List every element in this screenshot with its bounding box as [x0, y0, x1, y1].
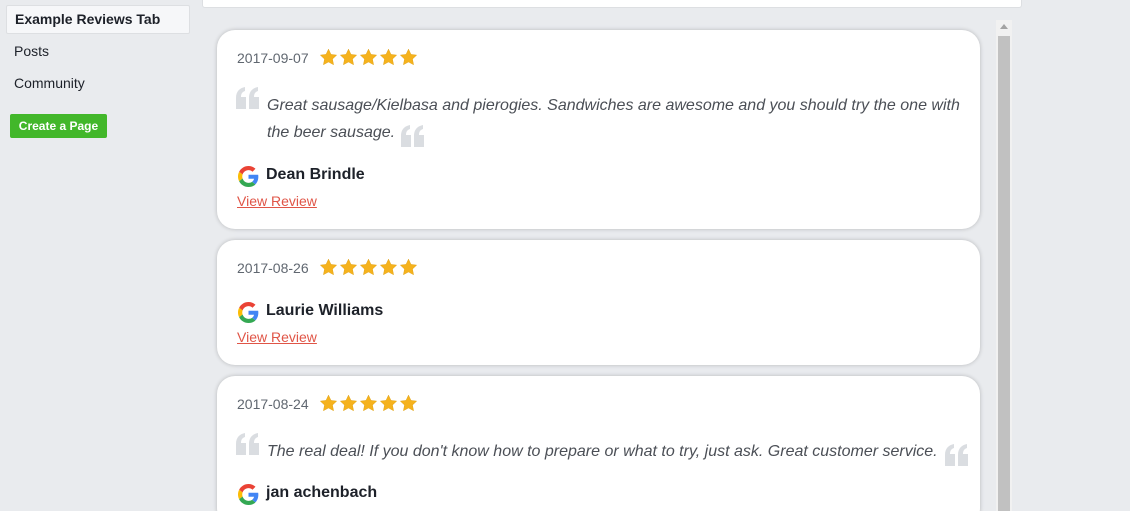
- view-review-link[interactable]: View Review: [237, 329, 317, 345]
- review-card: 2017-08-26 Laurie Williams View Review: [217, 240, 980, 365]
- review-card: 2017-08-24 The real deal! If you don't k…: [217, 376, 980, 511]
- close-quote-icon: [944, 444, 970, 466]
- sidebar-item-community[interactable]: Community: [6, 69, 190, 98]
- star-icon: [359, 48, 378, 67]
- scroll-up-arrow-icon[interactable]: [1000, 24, 1008, 29]
- review-text: The real deal! If you don't know how to …: [267, 443, 938, 460]
- google-icon: [238, 302, 259, 323]
- review-date: 2017-08-26: [237, 260, 309, 276]
- star-icon: [399, 394, 418, 413]
- create-page-button[interactable]: Create a Page: [10, 114, 107, 138]
- star-icon: [339, 394, 358, 413]
- reviews-list: 2017-09-07 Great sausage/Kielbasa and pi…: [202, 20, 1012, 511]
- review-author: jan achenbach: [266, 484, 378, 501]
- star-icon: [319, 258, 338, 277]
- star-rating: [319, 48, 418, 67]
- star-icon: [359, 394, 378, 413]
- star-rating: [319, 258, 418, 277]
- review-author: Dean Brindle: [266, 166, 365, 183]
- review-card: 2017-09-07 Great sausage/Kielbasa and pi…: [217, 30, 980, 229]
- star-icon: [379, 258, 398, 277]
- sidebar-item-posts[interactable]: Posts: [6, 37, 190, 66]
- star-icon: [339, 48, 358, 67]
- review-text: Great sausage/Kielbasa and pierogies. Sa…: [267, 97, 960, 141]
- scrollbar-thumb[interactable]: [998, 36, 1010, 511]
- star-icon: [379, 48, 398, 67]
- sidebar-item-example-reviews-tab[interactable]: Example Reviews Tab: [6, 5, 190, 34]
- open-quote-icon: [235, 433, 261, 455]
- review-author: Laurie Williams: [266, 302, 384, 319]
- star-rating: [319, 394, 418, 413]
- star-icon: [319, 48, 338, 67]
- google-icon: [238, 166, 259, 187]
- scrollbar[interactable]: [996, 20, 1012, 511]
- star-icon: [379, 394, 398, 413]
- star-icon: [359, 258, 378, 277]
- open-quote-icon: [235, 87, 261, 109]
- review-date: 2017-08-24: [237, 396, 309, 412]
- top-panel-edge: [202, 0, 1022, 8]
- review-date: 2017-09-07: [237, 50, 309, 66]
- star-icon: [339, 258, 358, 277]
- google-icon: [238, 484, 259, 505]
- view-review-link[interactable]: View Review: [237, 193, 317, 209]
- star-icon: [319, 394, 338, 413]
- sidebar: Example Reviews Tab Posts Community Crea…: [0, 0, 196, 511]
- star-icon: [399, 258, 418, 277]
- close-quote-icon: [400, 125, 426, 147]
- star-icon: [399, 48, 418, 67]
